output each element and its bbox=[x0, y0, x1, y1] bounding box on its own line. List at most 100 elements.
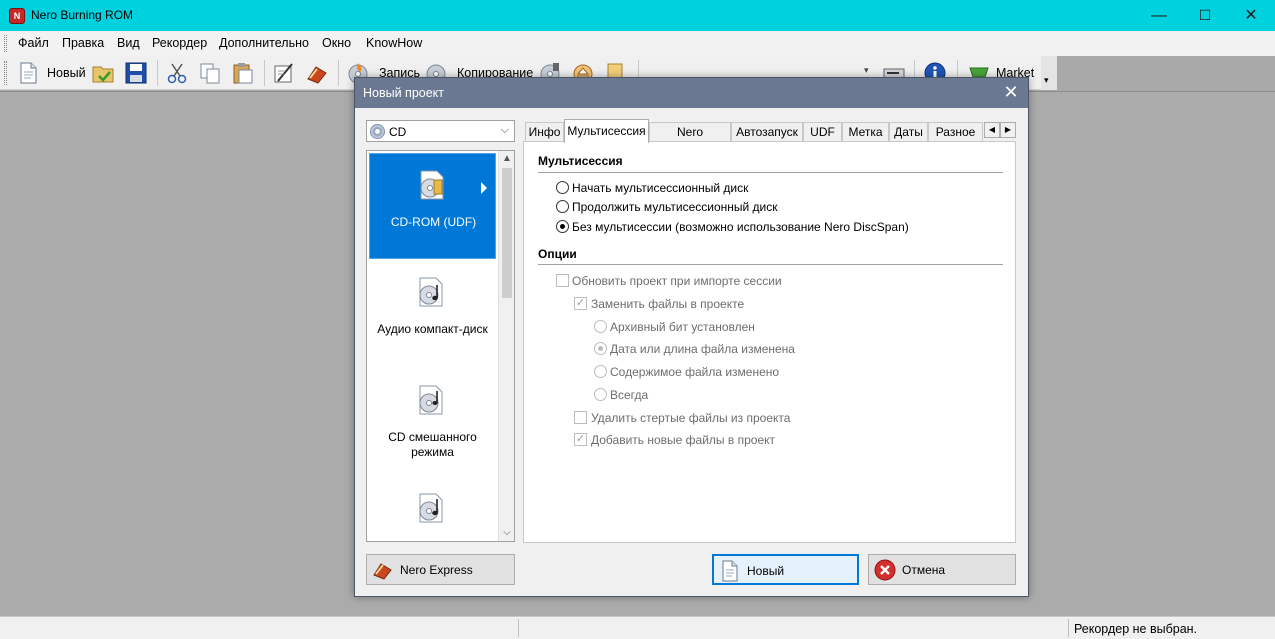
add-new-files-label[interactable]: Добавить новые файлы в проект bbox=[591, 433, 775, 447]
new-project-button[interactable]: Новый bbox=[712, 554, 859, 585]
menu-knowhow[interactable]: KnowHow bbox=[366, 36, 422, 50]
disc-type-value: CD bbox=[389, 125, 407, 139]
list-item-mixed-mode-cd[interactable]: CD смешанного режима bbox=[369, 369, 496, 475]
cancel-icon bbox=[874, 559, 896, 581]
add-new-files-checkbox[interactable]: ✓ bbox=[574, 433, 587, 446]
window-title: Nero Burning ROM bbox=[31, 8, 134, 22]
date-or-size-label[interactable]: Дата или длина файла изменена bbox=[610, 342, 795, 356]
multisession-section-title: Мультисессия bbox=[538, 154, 623, 168]
dialog-title: Новый проект bbox=[363, 86, 445, 100]
section-divider bbox=[538, 172, 1003, 173]
new-project-dialog: Новый проект ✕ CD ⌵ CD-ROM (UDF) Аудио к… bbox=[354, 77, 1029, 597]
chevron-down-icon: ⌵ bbox=[500, 124, 509, 136]
list-item-audio-cd[interactable]: Аудио компакт-диск bbox=[369, 261, 496, 367]
list-item-cd-extra[interactable] bbox=[369, 477, 496, 541]
remove-deleted-label[interactable]: Удалить стертые файлы из проекта bbox=[591, 411, 790, 425]
nero-express-label: Nero Express bbox=[400, 563, 473, 577]
new-document-icon bbox=[722, 560, 738, 582]
title-bar: N Nero Burning ROM — ☐ ✕ bbox=[0, 0, 1275, 31]
menu-bar: Файл Правка Вид Рекордер Дополнительно О… bbox=[0, 31, 1275, 56]
list-item-cd-rom-udf[interactable]: CD-ROM (UDF) bbox=[369, 153, 496, 259]
tab-udf[interactable]: UDF bbox=[803, 122, 842, 142]
recorder-dropdown-arrow-icon[interactable]: ▾ bbox=[864, 65, 869, 76]
content-changed-label[interactable]: Содержимое файла изменено bbox=[610, 365, 779, 379]
radio-archive-bit[interactable] bbox=[594, 320, 607, 333]
remove-deleted-checkbox[interactable] bbox=[574, 411, 587, 424]
replace-files-checkbox[interactable]: ✓ bbox=[574, 297, 587, 310]
scroll-up-icon[interactable]: ▲ bbox=[499, 151, 514, 167]
dialog-title-bar[interactable]: Новый проект ✕ bbox=[355, 78, 1028, 108]
no-multisession-label[interactable]: Без мультисессии (возможно использование… bbox=[572, 220, 909, 234]
cancel-label: Отмена bbox=[902, 563, 946, 577]
toolbar-overflow-button[interactable]: ▾ bbox=[1041, 56, 1057, 90]
tab-dates[interactable]: Даты bbox=[889, 122, 928, 142]
close-window-button[interactable]: ✕ bbox=[1228, 0, 1274, 31]
copy-icon[interactable] bbox=[198, 61, 222, 85]
tab-scroll-right-icon[interactable]: ▶ bbox=[1000, 122, 1016, 138]
menu-extras[interactable]: Дополнительно bbox=[219, 36, 309, 50]
update-project-label[interactable]: Обновить проект при импорте сессии bbox=[572, 274, 782, 288]
disc-type-select[interactable]: CD ⌵ bbox=[366, 120, 515, 142]
section-divider bbox=[538, 264, 1003, 265]
recorder-status-text: Рекордер не выбран. bbox=[1074, 622, 1198, 636]
compilation-icon[interactable] bbox=[272, 61, 296, 85]
cancel-button[interactable]: Отмена bbox=[868, 554, 1016, 585]
open-folder-icon[interactable] bbox=[91, 61, 115, 85]
update-project-checkbox[interactable] bbox=[556, 274, 569, 287]
overflow-chevron-icon: ▾ bbox=[1044, 75, 1049, 85]
menubar-grip[interactable] bbox=[4, 35, 7, 52]
new-button-label[interactable]: Новый bbox=[47, 66, 86, 80]
replace-files-label[interactable]: Заменить файлы в проекте bbox=[591, 297, 744, 311]
scroll-thumb[interactable] bbox=[502, 168, 512, 298]
audio-cd-icon bbox=[419, 277, 443, 307]
radio-start-multisession[interactable] bbox=[556, 181, 569, 194]
selected-arrow-icon bbox=[481, 182, 487, 194]
multisession-panel: Мультисессия Начать мультисессионный дис… bbox=[523, 141, 1016, 543]
continue-multisession-label[interactable]: Продолжить мультисессионный диск bbox=[572, 200, 778, 214]
archive-bit-label[interactable]: Архивный бит установлен bbox=[610, 320, 755, 334]
radio-date-or-size[interactable] bbox=[594, 342, 607, 355]
project-list-scrollbar[interactable]: ▲ ⌵ bbox=[498, 151, 514, 541]
cut-icon[interactable] bbox=[165, 61, 189, 85]
save-icon[interactable] bbox=[124, 61, 148, 85]
menu-view[interactable]: Вид bbox=[117, 36, 140, 50]
radio-always[interactable] bbox=[594, 388, 607, 401]
project-type-list[interactable]: CD-ROM (UDF) Аудио компакт-диск CD смеша… bbox=[366, 150, 515, 542]
menu-file[interactable]: Файл bbox=[18, 36, 49, 50]
radio-continue-multisession[interactable] bbox=[556, 200, 569, 213]
always-label[interactable]: Всегда bbox=[610, 388, 648, 402]
start-multisession-label[interactable]: Начать мультисессионный диск bbox=[572, 181, 748, 195]
scroll-down-icon[interactable]: ⌵ bbox=[499, 525, 514, 541]
radio-no-multisession[interactable] bbox=[556, 220, 569, 233]
tab-nero-discspan[interactable]: Nero DiscSpan bbox=[649, 122, 731, 157]
list-item-label: CD-ROM (UDF) bbox=[390, 215, 477, 229]
cd-disc-icon bbox=[370, 124, 385, 139]
tab-autorun[interactable]: Автозапуск bbox=[731, 122, 803, 142]
minimize-button[interactable]: — bbox=[1136, 0, 1182, 31]
tab-misc[interactable]: Разное bbox=[928, 122, 983, 142]
paste-icon[interactable] bbox=[231, 61, 255, 85]
tab-strip: Инфо Мультисессия Nero DiscSpan Автозапу… bbox=[525, 119, 1017, 157]
dialog-close-button[interactable]: ✕ bbox=[1000, 81, 1022, 103]
tab-label[interactable]: Метка bbox=[842, 122, 889, 142]
nero-express-icon bbox=[373, 563, 392, 580]
mixed-mode-cd-icon bbox=[419, 385, 443, 415]
toolbar-grip[interactable] bbox=[4, 61, 7, 85]
nero-app-icon[interactable]: N bbox=[9, 8, 25, 24]
nero-express-toolbar-icon[interactable] bbox=[305, 61, 329, 85]
new-document-icon[interactable] bbox=[16, 61, 40, 85]
nero-express-button[interactable]: Nero Express bbox=[366, 554, 515, 585]
list-item-label: CD смешанного режима bbox=[388, 430, 477, 459]
tab-info[interactable]: Инфо bbox=[525, 122, 564, 142]
menu-recorder[interactable]: Рекордер bbox=[152, 36, 207, 50]
tab-scroll-left-icon[interactable]: ◀ bbox=[984, 122, 1000, 138]
cd-rom-udf-icon bbox=[420, 170, 444, 200]
list-item-label: Аудио компакт-диск bbox=[377, 322, 488, 336]
cd-extra-icon bbox=[419, 493, 443, 523]
menu-window[interactable]: Окно bbox=[322, 36, 351, 50]
maximize-button[interactable]: ☐ bbox=[1182, 0, 1228, 31]
tab-multisession[interactable]: Мультисессия bbox=[564, 119, 649, 143]
new-project-label: Новый bbox=[747, 564, 785, 578]
menu-edit[interactable]: Правка bbox=[62, 36, 104, 50]
radio-content-changed[interactable] bbox=[594, 365, 607, 378]
